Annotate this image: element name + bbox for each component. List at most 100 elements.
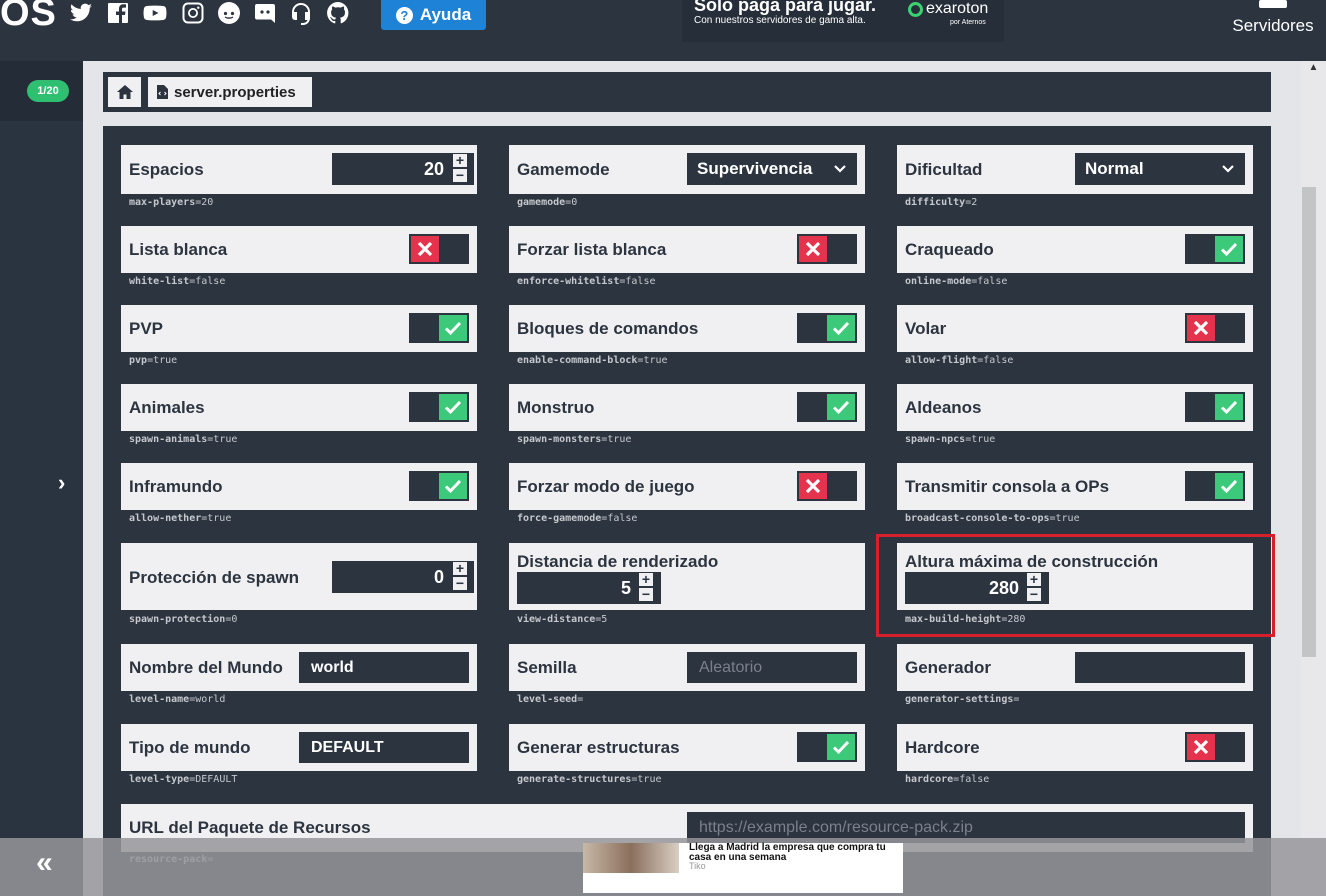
online-mode-toggle[interactable] [1185,234,1245,264]
difficulty-select[interactable]: Normal [1075,153,1245,185]
white-list-toggle[interactable] [409,234,469,264]
gamemode-select[interactable]: Supervivencia [687,153,857,185]
hardcore-toggle[interactable] [1185,732,1245,762]
code-file-icon [157,85,168,99]
spawn-npcs-toggle[interactable] [1185,392,1245,422]
support-headset-icon[interactable] [288,0,314,26]
scrollbar-thumb[interactable] [1302,187,1316,657]
setting-gamemode: Gamemode Supervivencia gamemode=0 [509,145,865,211]
level-name-input[interactable]: world [299,652,469,683]
setting-label: Forzar modo de juego [517,477,695,496]
setting-label: Tipo de mundo [129,738,251,757]
property-key: level-name=world [129,694,226,705]
setting-level-name: Nombre del Mundo world level-name=world [121,644,477,708]
setting-view-distance: Distancia de renderizado 5 + − view-dist… [509,543,865,628]
command-block-toggle[interactable] [797,313,857,343]
enforce-whitelist-toggle[interactable] [797,234,857,264]
setting-command-block: Bloques de comandos enable-command-block=… [509,305,865,369]
setting-label: Protección de spawn [129,568,300,587]
collapse-chevrons-icon[interactable]: « [36,846,53,880]
sidebar [0,121,83,851]
allow-flight-toggle[interactable] [1185,313,1245,343]
promo-brand-name: exaroton [926,0,989,17]
setting-label: Gamemode [517,160,610,179]
force-gamemode-toggle[interactable] [797,471,857,501]
close-icon [805,478,821,494]
setting-label: Monstruo [517,398,595,417]
setting-label: Distancia de renderizado [517,552,719,571]
exaroton-logo-icon [908,1,923,17]
setting-label: Aldeanos [905,398,982,417]
reddit-icon[interactable] [216,0,242,26]
github-icon[interactable] [325,0,351,26]
spawn-monsters-toggle[interactable] [797,392,857,422]
increment-button[interactable]: + [638,572,654,587]
setting-broadcast-console: Transmitir consola a OPs broadcast-consol… [897,463,1253,527]
setting-label: URL del Paquete de Recursos [129,818,371,837]
spawn-protection-stepper: + − [452,561,468,591]
property-key: max-players=20 [129,197,214,208]
help-button-label: Ayuda [419,5,472,24]
logo[interactable]: OS [0,0,57,35]
check-icon [444,400,462,415]
setting-pvp: PVP pvp=true [121,305,477,369]
property-key: online-mode=false [905,276,1008,287]
property-key: level-seed= [517,694,584,705]
instagram-icon[interactable] [180,0,206,26]
servers-icon [1259,0,1287,8]
setting-label: Generar estructuras [517,738,680,757]
property-key: spawn-protection=0 [129,614,238,625]
setting-enforce-whitelist: Forzar lista blanca enforce-whitelist=fal… [509,226,865,290]
property-key: generate-structures=true [517,774,662,785]
breadcrumb-file[interactable]: server.properties [148,77,312,107]
decrement-button[interactable]: − [638,587,654,602]
top-navbar: OS ? Ayuda Solo paga para jugar. Con nue… [0,0,1326,61]
allow-nether-toggle[interactable] [409,471,469,501]
promo-banner[interactable]: Solo paga para jugar. Con nuestros servi… [682,0,1004,42]
setting-spawn-npcs: Aldeanos spawn-npcs=true [897,384,1253,448]
ad-source: Tiko [689,861,706,871]
setting-label: Animales [129,398,205,417]
help-button[interactable]: ? Ayuda [381,0,486,30]
property-key: gamemode=0 [517,197,578,208]
increment-button[interactable]: + [452,561,468,576]
setting-spawn-monsters: Monstruo spawn-monsters=true [509,384,865,448]
property-key: hardcore=false [905,774,990,785]
ad-image [583,843,679,873]
discord-icon[interactable] [252,0,278,26]
decrement-button[interactable]: − [452,168,468,183]
decrement-button[interactable]: − [452,576,468,591]
youtube-icon[interactable] [141,0,169,26]
setting-level-seed: Semilla Aleatorio level-seed= [509,644,865,708]
facebook-icon[interactable] [105,0,131,26]
broadcast-console-toggle[interactable] [1185,471,1245,501]
scroll-up-arrow-icon[interactable]: ▲ [1301,62,1326,78]
property-key: enforce-whitelist=false [517,276,656,287]
max-players-stepper: + − [452,153,468,183]
increment-button[interactable]: + [452,153,468,168]
servers-label: Servidores [1232,16,1314,35]
generate-structures-toggle[interactable] [797,732,857,762]
home-button[interactable] [108,77,141,107]
close-icon [417,241,433,257]
pvp-toggle[interactable] [409,313,469,343]
generator-settings-input[interactable] [1075,652,1245,683]
property-key: broadcast-console-to-ops=true [905,513,1080,524]
setting-label: Lista blanca [129,240,228,259]
servers-menu[interactable]: Servidores [1220,0,1326,48]
property-key: enable-command-block=true [517,355,668,366]
twitter-icon[interactable] [68,0,94,26]
chevron-right-icon[interactable]: › [58,470,65,496]
promo-title: Solo paga para jugar. [694,0,877,15]
promo-brand: exaroton [908,0,988,18]
ad-banner[interactable]: Llega a Madrid la empresa que compra tu … [583,843,903,893]
property-key: spawn-npcs=true [905,434,996,445]
close-icon [1193,320,1209,336]
level-seed-input[interactable]: Aleatorio [687,652,857,683]
property-key: white-list=false [129,276,226,287]
property-key: view-distance=5 [517,614,608,625]
setting-label: Espacios [129,160,204,179]
spawn-animals-toggle[interactable] [409,392,469,422]
setting-force-gamemode: Forzar modo de juego force-gamemode=false [509,463,865,527]
level-type-input[interactable]: DEFAULT [299,732,469,763]
